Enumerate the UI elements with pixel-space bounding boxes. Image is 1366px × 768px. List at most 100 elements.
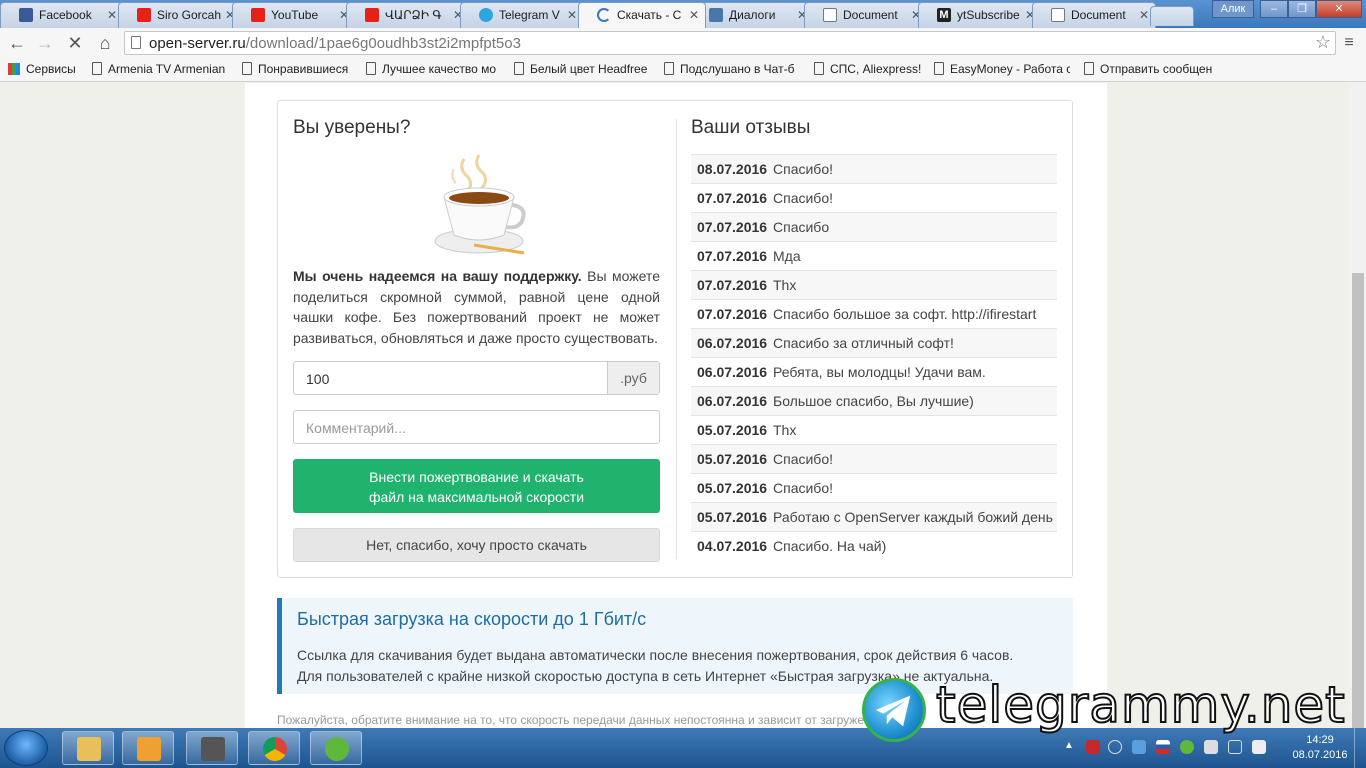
donate-button-line: Внести пожертвование и скачать: [369, 469, 584, 485]
tab-youtube[interactable]: YouTube ✕: [232, 2, 356, 28]
tab-telegram[interactable]: Telegram V ✕: [460, 2, 584, 28]
taskbar-chrome[interactable]: [248, 731, 300, 765]
address-bar[interactable]: open-server.ru/download/1pae6g0oudhb3st2…: [124, 31, 1336, 55]
maximize-button[interactable]: ❐: [1288, 0, 1316, 18]
bookmark-item[interactable]: Белый цвет Headfree: [514, 62, 650, 76]
bookmark-apps[interactable]: Сервисы: [8, 62, 76, 76]
new-tab-button[interactable]: [1150, 6, 1194, 26]
bookmark-star-icon[interactable]: ☆: [1315, 32, 1331, 53]
scroll-thumb[interactable]: [1352, 273, 1364, 743]
paper-plane-icon: [875, 695, 911, 727]
show-desktop-button[interactable]: [1354, 728, 1366, 768]
stop-icon[interactable]: ✕: [64, 32, 86, 54]
bookmark-label: Понравившиеся: [258, 62, 349, 76]
bookmark-label: СПС, Aliexpress!: [830, 62, 922, 76]
tab-youtube-channel[interactable]: Siro Gorcah ✕: [118, 2, 242, 28]
taskbar-app[interactable]: [186, 731, 238, 765]
page-icon: [814, 62, 824, 75]
youtube-icon: [365, 8, 379, 22]
start-button[interactable]: [4, 730, 48, 766]
donation-description: Мы очень надеемся на вашу поддержку. Вы …: [293, 266, 660, 348]
review-date: 08.07.2016: [697, 161, 768, 177]
review-date: 06.07.2016: [697, 364, 768, 380]
reviews-list: 08.07.2016 Спасибо! 07.07.2016 Спасибо! 07…: [691, 154, 1057, 560]
bookmark-item[interactable]: Armenia TV Armenian: [92, 62, 226, 76]
review-row: 05.07.2016 Спасибо!: [691, 473, 1057, 502]
tab-ytsubscribe[interactable]: M ytSubscribe ✕: [918, 2, 1042, 28]
tab-youtube-armenian[interactable]: ՎԱՐՁԻ Գ ✕: [346, 2, 470, 28]
back-arrow-icon[interactable]: ←: [6, 32, 28, 54]
youtube-icon: [251, 8, 265, 22]
review-text: Спасибо!: [773, 161, 833, 177]
review-text: Большое спасибо, Вы лучшие): [773, 393, 974, 409]
donate-button-line: файл на максимальной скорости: [368, 489, 585, 505]
watermark: telegrammy.net: [862, 675, 1352, 746]
medium-icon: M: [937, 8, 951, 22]
page-icon: [92, 62, 102, 75]
bookmark-item[interactable]: EasyMoney - Работа с: [934, 62, 1070, 76]
review-text: Спасибо. На чай): [773, 538, 887, 554]
review-date: 05.07.2016: [697, 422, 768, 438]
tab-facebook[interactable]: Facebook ✕: [0, 2, 124, 28]
taskbar-media-player[interactable]: [122, 731, 174, 765]
home-icon[interactable]: ⌂: [94, 32, 116, 54]
review-date: 06.07.2016: [697, 393, 768, 409]
bookmark-item[interactable]: Отправить сообщен: [1084, 62, 1218, 76]
clock-date: 08.07.2016: [1292, 749, 1348, 761]
review-text: Спасибо большое за софт. http://ifiresta…: [773, 306, 1037, 322]
column-divider: [676, 119, 677, 559]
review-date: 04.07.2016: [697, 538, 768, 554]
watermark-text: telegrammy.net: [935, 675, 1346, 735]
review-row: 05.07.2016 Спасибо!: [691, 444, 1057, 473]
review-row: 06.07.2016 Большое спасибо, Вы лучшие): [691, 386, 1057, 415]
tab-document[interactable]: Document ✕: [804, 2, 928, 28]
bookmark-item[interactable]: Подслушано в Чат-б: [664, 62, 798, 76]
download-card: Вы уверены? Мы очень надеемся на вашу по…: [277, 100, 1073, 578]
tab-label: Document: [1071, 8, 1126, 22]
review-date: 07.07.2016: [697, 277, 768, 293]
review-row: 04.07.2016 Спасибо. На чай): [691, 531, 1057, 560]
telegram-icon: [479, 8, 493, 22]
amount-input[interactable]: 100 .руб: [293, 361, 660, 395]
tab-document-2[interactable]: Document ✕: [1032, 2, 1156, 28]
utorrent-icon: [325, 737, 349, 761]
minimize-button[interactable]: –: [1260, 0, 1288, 18]
profile-button[interactable]: Алик: [1212, 0, 1254, 18]
url-host: open-server.ru: [149, 35, 246, 52]
bookmark-item[interactable]: СПС, Aliexpress!: [814, 62, 926, 76]
taskbar-explorer[interactable]: [62, 731, 114, 765]
close-icon[interactable]: ✕: [689, 3, 699, 27]
close-window-button[interactable]: ✕: [1316, 0, 1362, 18]
tab-label: YouTube: [271, 8, 319, 22]
bookmark-label: Отправить сообщен: [1100, 62, 1213, 76]
facebook-icon: [19, 8, 33, 22]
menu-icon[interactable]: ≡: [1338, 32, 1360, 54]
tab-label: Document: [843, 8, 898, 22]
url-path: /download/1pae6g0oudhb3st2i2mpfpt5o3: [245, 35, 521, 52]
page-icon: [131, 36, 141, 49]
taskbar-utorrent[interactable]: [310, 731, 362, 765]
tab-label: Скачать - С: [617, 8, 682, 22]
bookmark-item[interactable]: Лучшее качество мо: [366, 62, 500, 76]
free-download-button[interactable]: Нет, спасибо, хочу просто скачать: [293, 528, 660, 562]
tab-download-active[interactable]: Скачать - С ✕: [578, 2, 706, 28]
close-icon[interactable]: ✕: [107, 3, 117, 27]
media-player-icon: [137, 737, 161, 761]
tab-label: Диалоги: [729, 8, 776, 22]
bookmark-item[interactable]: Понравившиеся: [242, 62, 354, 76]
reviews-title: Ваши отзывы: [691, 117, 811, 138]
donate-title: Вы уверены?: [293, 117, 411, 138]
page-scrollbar[interactable]: [1350, 83, 1366, 743]
close-icon[interactable]: ✕: [1139, 3, 1149, 27]
review-date: 05.07.2016: [697, 509, 768, 525]
donate-and-download-button[interactable]: Внести пожертвование и скачать файл на м…: [293, 459, 660, 513]
comment-input[interactable]: Комментарий...: [293, 410, 660, 444]
page-icon: [514, 62, 524, 75]
chrome-icon: [263, 737, 287, 761]
url-text: open-server.ru/download/1pae6g0oudhb3st2…: [149, 35, 521, 52]
speed-notice: Пожалуйста, обратите внимание на то, что…: [277, 713, 903, 727]
telegram-logo-icon: [862, 678, 926, 742]
close-icon[interactable]: ✕: [567, 3, 577, 27]
forward-arrow-icon[interactable]: →: [34, 32, 56, 54]
tab-vk-dialogs[interactable]: Диалоги ✕: [690, 2, 814, 28]
